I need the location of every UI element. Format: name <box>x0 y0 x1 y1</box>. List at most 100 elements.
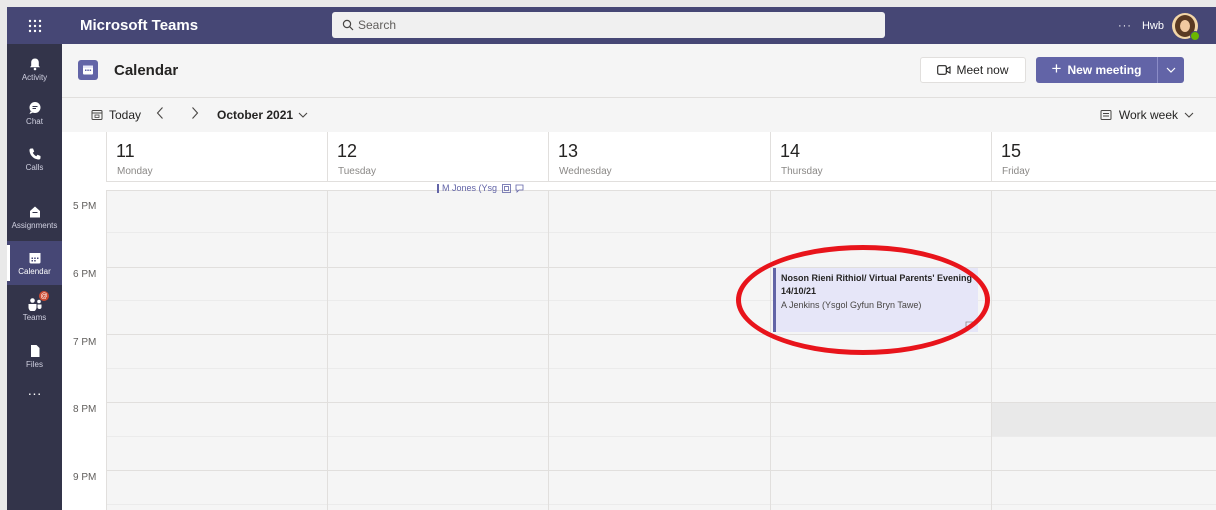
search-placeholder: Search <box>358 18 397 32</box>
month-picker[interactable]: October 2021 <box>217 108 308 122</box>
month-label: October 2021 <box>217 108 294 122</box>
video-camera-icon <box>937 65 952 75</box>
time-label: 6 PM <box>73 269 97 280</box>
app-launcher-icon[interactable] <box>7 7 62 44</box>
assignments-icon <box>29 206 40 217</box>
bell-icon <box>29 58 40 70</box>
view-label: Work week <box>1118 108 1178 122</box>
day-number: 12 <box>337 141 358 161</box>
rail-item-label: Files <box>26 359 43 369</box>
user-name: Hwb <box>1141 19 1164 32</box>
hour-line <box>106 402 1216 403</box>
rail-item-files[interactable]: Files <box>7 334 62 378</box>
day-name: Monday <box>117 166 153 177</box>
half-hour-line <box>106 504 1216 505</box>
day-header-friday[interactable]: 15 Friday <box>991 132 1216 181</box>
day-name: Friday <box>1002 166 1030 177</box>
chat-icon <box>515 184 524 193</box>
calendar-grid: 11 Monday 12 Tuesday 13 Wednesday 14 Thu… <box>62 132 1216 510</box>
file-icon <box>30 344 39 357</box>
day-column-line <box>327 191 328 510</box>
next-week-button[interactable] <box>191 106 199 123</box>
plus-icon: + <box>1051 59 1062 78</box>
new-meeting-button[interactable]: + New meeting <box>1036 57 1184 83</box>
day-number: 11 <box>116 141 135 161</box>
rail-item-calendar[interactable]: Calendar <box>7 241 62 285</box>
app-rail: Activity Chat Calls Assignments Calendar… <box>7 44 62 510</box>
calendar-nav: Today October 2021 Work week <box>62 98 1216 132</box>
view-switcher[interactable]: Work week <box>1100 108 1194 122</box>
day-column-line <box>991 191 992 510</box>
event-title: M Jones (Ysg <box>442 183 498 193</box>
rail-item-label: Assignments <box>11 220 58 230</box>
day-header-monday[interactable]: 11 Monday <box>106 132 328 181</box>
day-header-wednesday[interactable]: 13 Wednesday <box>548 132 771 181</box>
day-header-thursday[interactable]: 14 Thursday <box>770 132 992 181</box>
day-column-line <box>770 191 771 510</box>
app-title: Microsoft Teams <box>80 17 199 34</box>
all-day-strip <box>106 182 1216 191</box>
time-label: 5 PM <box>73 201 97 212</box>
more-options-icon[interactable]: ··· <box>1118 20 1132 32</box>
time-label: 9 PM <box>73 472 97 483</box>
day-number: 13 <box>558 141 579 161</box>
avatar[interactable] <box>1172 12 1200 41</box>
half-hour-line <box>106 300 1216 301</box>
chevron-right-icon <box>192 107 199 119</box>
chevron-left-icon <box>156 107 163 119</box>
slot-highlight <box>992 402 1216 436</box>
phone-icon <box>29 148 40 159</box>
today-button[interactable]: Today <box>91 108 141 122</box>
chevron-down-icon <box>1166 67 1176 73</box>
meet-now-label: Meet now <box>956 63 1009 77</box>
time-column: 5 PM 6 PM 7 PM 8 PM 9 PM <box>62 191 106 510</box>
rail-item-chat[interactable]: Chat <box>7 91 62 135</box>
meet-now-button[interactable]: Meet now <box>920 57 1026 83</box>
previous-week-button[interactable] <box>156 106 164 123</box>
annotation-circle <box>736 245 990 355</box>
hour-line <box>106 334 1216 335</box>
event-m-jones[interactable]: M Jones (Ysg <box>437 183 524 193</box>
day-name: Thursday <box>781 166 823 177</box>
notification-badge: @ <box>39 291 49 301</box>
chevron-down-icon <box>298 112 308 118</box>
half-hour-line <box>106 232 1216 233</box>
hour-line <box>106 267 1216 268</box>
time-label: 8 PM <box>73 404 97 415</box>
view-icon <box>1100 110 1112 120</box>
search-icon <box>342 19 354 31</box>
new-meeting-label: New meeting <box>1067 63 1142 77</box>
day-number: 15 <box>1001 141 1022 161</box>
status-available-icon <box>1190 30 1200 41</box>
rail-item-label: Calendar <box>18 266 51 276</box>
rail-item-label: Chat <box>26 116 43 126</box>
day-number: 14 <box>780 141 801 161</box>
today-label: Today <box>109 108 142 122</box>
hour-line <box>106 470 1216 471</box>
top-bar: Microsoft Teams Search ··· Hwb <box>7 7 1216 44</box>
day-header-tuesday[interactable]: 12 Tuesday <box>327 132 549 181</box>
new-meeting-dropdown[interactable] <box>1158 57 1184 83</box>
rail-item-label: Teams <box>22 312 47 322</box>
rail-item-teams[interactable]: Teams @ <box>7 287 62 331</box>
new-meeting-main[interactable]: + New meeting <box>1036 57 1158 83</box>
time-label: 7 PM <box>73 337 97 348</box>
rail-item-calls[interactable]: Calls <box>7 137 62 181</box>
time-slots[interactable] <box>106 191 1216 510</box>
calendar-today-icon <box>91 110 103 120</box>
rail-item-activity[interactable]: Activity <box>7 47 62 91</box>
chevron-down-icon <box>1184 112 1194 118</box>
top-right-controls: ··· Hwb <box>1118 7 1200 44</box>
day-name: Wednesday <box>559 166 612 177</box>
day-name: Tuesday <box>338 166 376 177</box>
calendar-icon <box>29 252 40 263</box>
chat-icon <box>29 101 40 114</box>
rail-item-label: Activity <box>21 72 48 82</box>
rail-more-apps-icon[interactable]: ··· <box>7 381 62 405</box>
half-hour-line <box>106 368 1216 369</box>
search-input[interactable]: Search <box>332 12 885 38</box>
page-title: Calendar <box>114 62 179 79</box>
rail-item-assignments[interactable]: Assignments <box>7 195 62 239</box>
calendar-app-icon <box>78 60 98 80</box>
teams-window: Microsoft Teams Search ··· Hwb Activity … <box>7 7 1216 510</box>
